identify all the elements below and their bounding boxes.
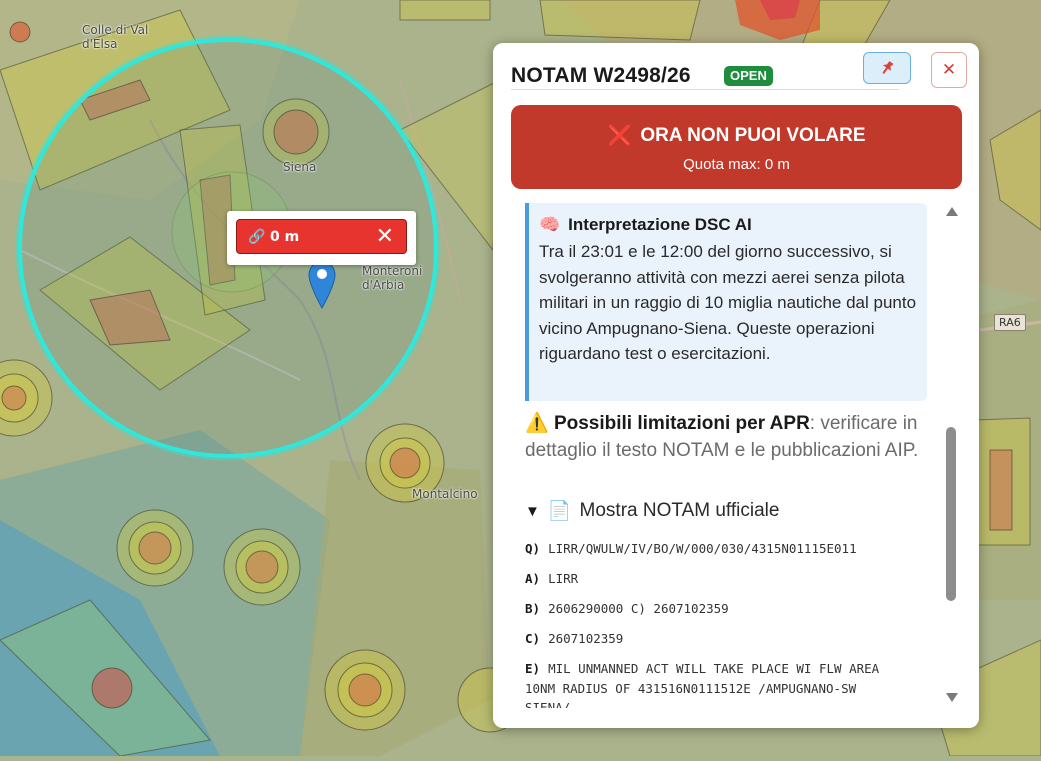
ai-interpretation-box: 🧠 Interpretazione DSC AI Tra il 23:01 e … xyxy=(525,203,927,401)
pin-button[interactable] xyxy=(863,52,911,84)
notam-line-e-cont-2: SIENA/ xyxy=(525,700,571,708)
warning-icon: ⚠️ xyxy=(525,413,549,434)
notam-line-e-cont-1: 10NM RADIUS OF 431516N0111512E /AMPUGNAN… xyxy=(525,681,857,696)
link-icon: 🔗 xyxy=(248,228,266,244)
scrollbar-thumb[interactable] xyxy=(946,427,956,601)
notam-line-e: E) MIL UNMANNED ACT WILL TAKE PLACE WI FL… xyxy=(525,661,880,676)
cross-icon: ❌ xyxy=(607,125,633,147)
marker-popup: 🔗 0 m ✕ xyxy=(227,211,416,265)
status-badge: OPEN xyxy=(724,66,773,86)
no-fly-alert: ❌ ORA NON PUOI VOLARE Quota max: 0 m xyxy=(511,105,962,189)
close-icon: ✕ xyxy=(941,60,957,79)
toggle-label: Mostra NOTAM ufficiale xyxy=(579,500,780,521)
alert-subtitle: Quota max: 0 m xyxy=(683,156,790,173)
show-official-notam-toggle[interactable]: ▼ 📄 Mostra NOTAM ufficiale xyxy=(525,499,779,523)
title-divider xyxy=(511,89,899,90)
panel-title: NOTAM W2498/26 xyxy=(511,64,691,87)
close-icon[interactable]: ✕ xyxy=(376,226,394,248)
altitude-chip[interactable]: 🔗 0 m ✕ xyxy=(236,219,407,254)
limits-label: Possibili limitazioni per APR xyxy=(553,413,810,434)
notam-panel: NOTAM W2498/26 OPEN ✕ ❌ ORA NON PUOI VOL… xyxy=(493,43,979,728)
official-notam-text: Q) LIRR/QWULW/IV/BO/W/000/030/4315N01115E… xyxy=(525,539,935,708)
notam-line-b: B) 2606290000 C) 2607102359 xyxy=(525,601,729,616)
map-label-montalcino: Montalcino xyxy=(412,487,478,501)
map-label-monteroni-d-arbia: Monteroni d'Arbia xyxy=(362,264,423,292)
road-badge-ra6: RA6 xyxy=(994,314,1026,331)
scroll-down-arrow-icon[interactable] xyxy=(946,693,958,702)
panel-scrollbar[interactable] xyxy=(943,203,961,708)
ai-text: Tra il 23:01 e le 12:00 del giorno succe… xyxy=(539,242,917,363)
pin-marker-icon[interactable] xyxy=(307,260,337,310)
scroll-up-arrow-icon[interactable] xyxy=(946,207,958,216)
alert-title: ORA NON PUOI VOLARE xyxy=(640,124,866,146)
brain-icon: 🧠 xyxy=(539,215,561,234)
notam-line-q: Q) LIRR/QWULW/IV/BO/W/000/030/4315N01115E… xyxy=(525,541,857,556)
close-panel-button[interactable]: ✕ xyxy=(931,52,967,88)
altitude-value: 0 m xyxy=(270,228,300,245)
ai-title: Interpretazione DSC AI xyxy=(568,215,752,234)
document-icon: 📄 xyxy=(547,501,572,522)
notam-line-a: A) LIRR xyxy=(525,571,579,586)
pushpin-icon xyxy=(882,61,894,74)
panel-scroll-area[interactable]: 🧠 Interpretazione DSC AI Tra il 23:01 e … xyxy=(493,203,979,708)
map-label-siena: Siena xyxy=(283,160,317,174)
apr-limits: ⚠️ Possibili limitazioni per APR: verifi… xyxy=(525,411,935,464)
map-label-colle-di-val-d-elsa: Colle di Val d'Elsa xyxy=(82,23,149,51)
triangle-down-icon: ▼ xyxy=(525,502,540,520)
notam-line-c: C) 2607102359 xyxy=(525,631,624,646)
